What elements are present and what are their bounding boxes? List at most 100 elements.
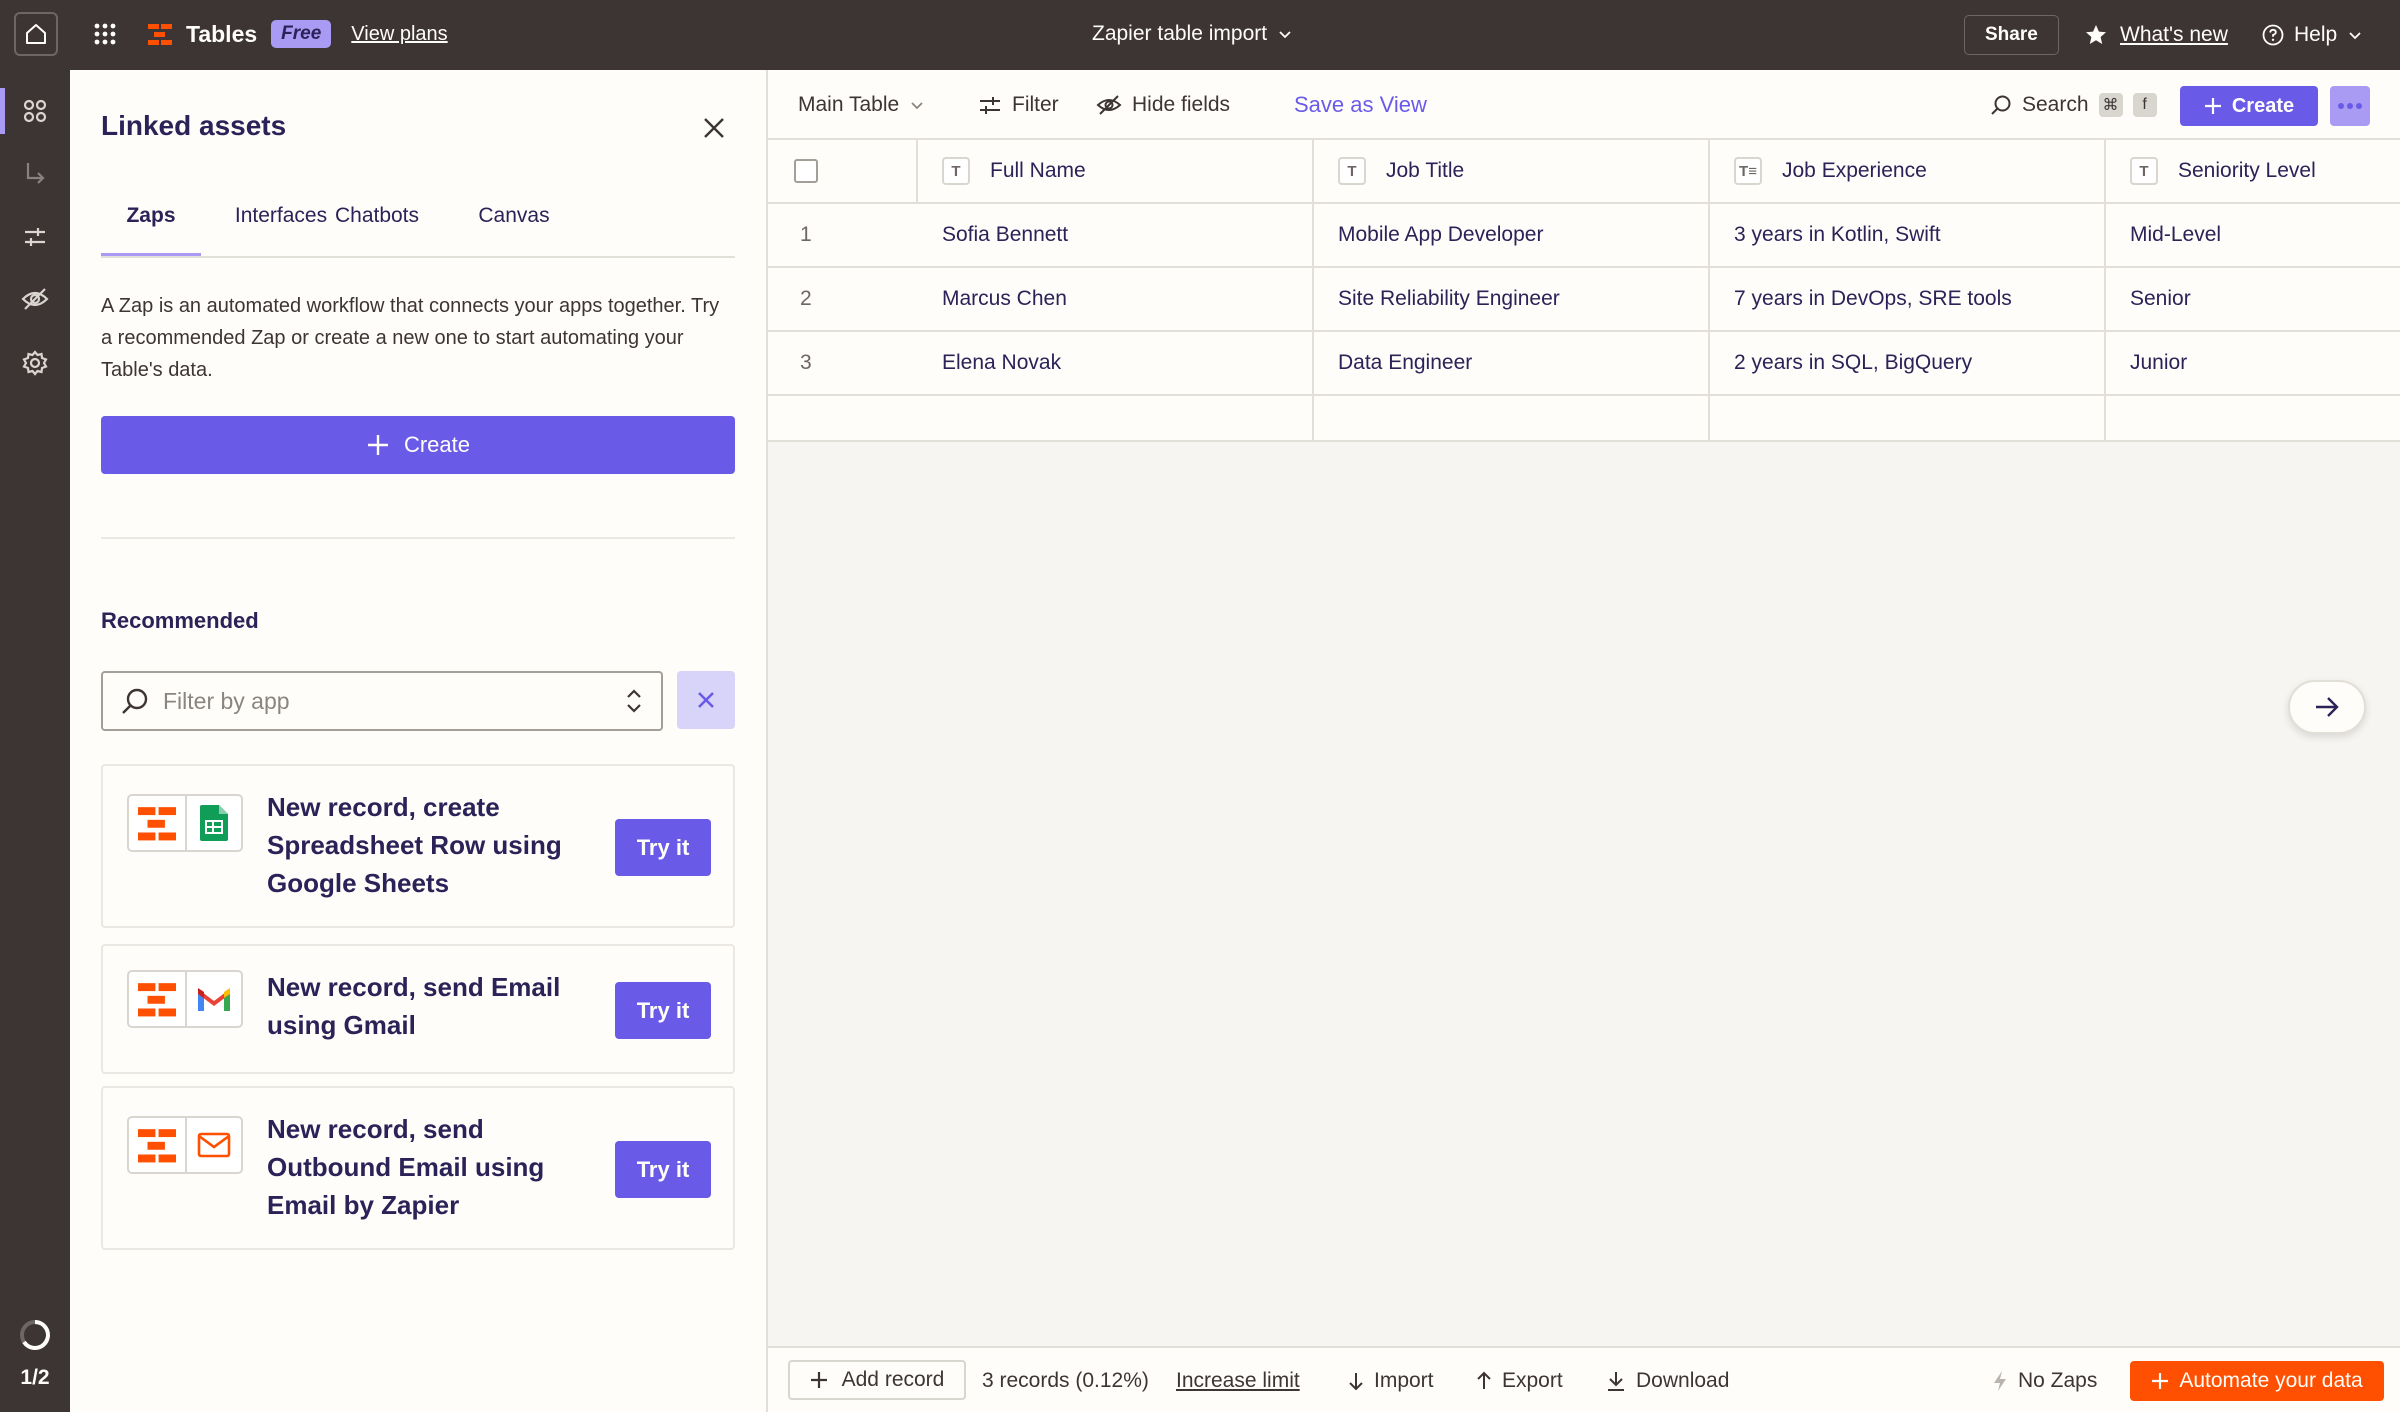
text-type-icon: T — [942, 157, 970, 185]
zapier-tables-logo-icon — [148, 22, 172, 46]
header-row: T Full Name T Job Title T≡ Job Experienc… — [768, 140, 2400, 204]
table-row[interactable]: 1 Sofia Bennett Mobile App Developer 3 y… — [768, 204, 2400, 268]
export-button[interactable]: Export — [1476, 1348, 1563, 1412]
new-record-row[interactable] — [768, 396, 2400, 442]
app-switcher-button[interactable] — [88, 14, 122, 54]
automate-label: Automate your data — [2179, 1369, 2363, 1392]
table-toolbar: Main Table Filter Hide fields Save as Vi… — [768, 70, 2400, 140]
tab-canvas[interactable]: Canvas — [454, 204, 574, 258]
table-cell[interactable]: Marcus Chen — [918, 268, 1314, 330]
column-label: Job Title — [1386, 159, 1465, 182]
tab-chatbots[interactable]: Chatbots — [314, 204, 440, 258]
table-row[interactable]: 3 Elena Novak Data Engineer 2 years in S… — [768, 332, 2400, 396]
email-by-zapier-icon — [185, 1118, 241, 1172]
apps-icon[interactable] — [14, 90, 56, 132]
hide-fields-button[interactable]: Hide fields — [1096, 70, 1230, 140]
search-button[interactable]: Search ⌘ f — [1990, 70, 2157, 140]
create-label: Create — [2231, 94, 2295, 117]
table-cell[interactable]: 3 years in Kotlin, Swift — [1710, 204, 2106, 266]
eye-off-icon[interactable] — [14, 278, 56, 320]
scroll-right-button[interactable] — [2288, 680, 2366, 734]
add-record-button[interactable]: Add record — [788, 1360, 966, 1400]
google-sheets-icon — [185, 796, 241, 850]
filter-label: Filter — [1012, 93, 1059, 116]
table-row[interactable]: 2 Marcus Chen Site Reliability Engineer … — [768, 268, 2400, 332]
table-cell[interactable]: Junior — [2106, 332, 2400, 394]
rail-active-indicator — [0, 88, 5, 134]
plus-icon — [2204, 97, 2222, 115]
download-button[interactable]: Download — [1606, 1348, 1729, 1412]
table-cell[interactable]: Senior — [2106, 268, 2400, 330]
more-options-button[interactable] — [2330, 86, 2370, 126]
filter-by-app-select[interactable]: Filter by app — [101, 671, 663, 731]
select-all-checkbox[interactable] — [794, 159, 818, 183]
gear-icon[interactable] — [14, 342, 56, 384]
linked-assets-panel: Linked assets Zaps Interfaces Chatbots C… — [70, 70, 768, 1412]
close-button[interactable] — [694, 108, 734, 148]
import-button[interactable]: Import — [1348, 1348, 1434, 1412]
increase-limit-link[interactable]: Increase limit — [1176, 1348, 1300, 1412]
search-icon — [1990, 94, 2012, 116]
table-cell[interactable]: Site Reliability Engineer — [1314, 268, 1710, 330]
zap-app-icons — [127, 970, 243, 1028]
save-as-view-button[interactable]: Save as View — [1294, 70, 1427, 140]
table-title-dropdown[interactable]: Zapier table import — [1092, 14, 1293, 54]
close-icon — [696, 690, 716, 710]
app-name: Tables — [186, 20, 258, 47]
plus-icon — [2151, 1372, 2169, 1390]
table-cell[interactable]: Elena Novak — [918, 332, 1314, 394]
sliders-icon — [978, 94, 1002, 116]
table-cell[interactable]: 2 years in SQL, BigQuery — [1710, 332, 2106, 394]
table-cell[interactable]: Sofia Bennett — [918, 204, 1314, 266]
zapier-tables-icon — [129, 1118, 185, 1172]
zap-card: New record, create Spreadsheet Row using… — [101, 764, 735, 928]
tab-zaps[interactable]: Zaps — [101, 204, 201, 258]
plus-icon — [366, 433, 390, 457]
filter-placeholder: Filter by app — [163, 687, 290, 714]
share-button[interactable]: Share — [1964, 15, 2059, 55]
try-it-button[interactable]: Try it — [615, 982, 711, 1039]
column-header[interactable]: T Full Name — [918, 140, 1314, 202]
zap-app-icons — [127, 794, 243, 852]
create-zap-button[interactable]: Create — [101, 416, 735, 474]
import-label: Import — [1374, 1369, 1434, 1392]
filter-button[interactable]: Filter — [978, 70, 1059, 140]
close-icon — [702, 116, 726, 140]
try-it-button[interactable]: Try it — [615, 1141, 711, 1198]
empty-cell — [1314, 396, 1710, 442]
more-dot — [2356, 103, 2362, 109]
automate-your-data-button[interactable]: Automate your data — [2130, 1361, 2384, 1401]
arrow-right-icon — [2314, 696, 2340, 718]
chevron-down-icon — [909, 97, 925, 113]
view-plans-link[interactable]: View plans — [351, 23, 447, 46]
clear-filter-button[interactable] — [677, 671, 735, 729]
question-circle-icon — [2262, 24, 2284, 46]
try-it-button[interactable]: Try it — [615, 819, 711, 876]
table-cell[interactable]: Mobile App Developer — [1314, 204, 1710, 266]
up-down-chevron-icon — [625, 687, 643, 715]
view-selector[interactable]: Main Table — [798, 70, 925, 140]
add-record-label: Add record — [841, 1368, 945, 1391]
home-button[interactable] — [14, 12, 58, 56]
table-cell[interactable]: 7 years in DevOps, SRE tools — [1710, 268, 2106, 330]
column-header[interactable]: T≡ Job Experience — [1710, 140, 2106, 202]
tab-underline-track — [101, 256, 735, 258]
zaps-status[interactable]: No Zaps — [1992, 1348, 2097, 1412]
zap-description: New record, create Spreadsheet Row using… — [267, 792, 562, 898]
help-menu[interactable]: Help — [2262, 15, 2363, 55]
more-dot — [2347, 103, 2353, 109]
table-cell[interactable]: Data Engineer — [1314, 332, 1710, 394]
zap-card: New record, send Email using Gmail Try i… — [101, 944, 735, 1074]
create-record-button[interactable]: Create — [2180, 86, 2318, 126]
sliders-icon[interactable] — [14, 216, 56, 258]
table-cell[interactable]: Mid-Level — [2106, 204, 2400, 266]
download-icon — [1606, 1370, 1626, 1392]
empty-cell — [1710, 396, 2106, 442]
column-header[interactable]: T Job Title — [1314, 140, 1710, 202]
arrow-return-icon[interactable] — [14, 152, 56, 194]
column-label: Job Experience — [1782, 159, 1927, 182]
star-icon — [2084, 23, 2108, 47]
column-header[interactable]: T Seniority Level — [2106, 140, 2400, 202]
row-number: 1 — [800, 223, 812, 246]
whats-new-link[interactable]: What's new — [2084, 15, 2228, 55]
